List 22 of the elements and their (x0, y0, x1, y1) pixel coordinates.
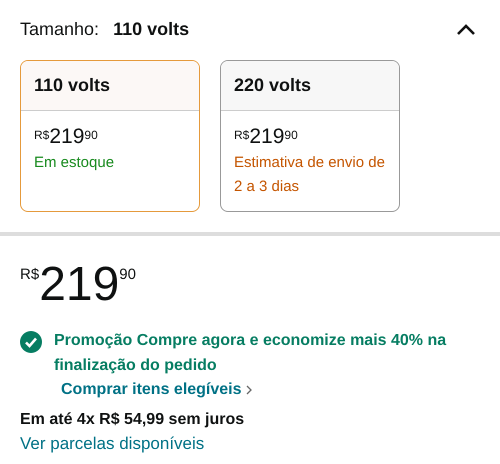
size-label: Tamanho: (20, 18, 100, 40)
chevron-right-icon (246, 385, 252, 395)
currency-symbol: R$ (234, 128, 250, 142)
installments-text: Em até 4x R$ 54,99 sem juros (19, 410, 246, 430)
price-whole: 219 (249, 125, 284, 149)
availability-text: Em estoque (34, 153, 116, 173)
installments-link[interactable]: Ver parcelas disponíveis (20, 432, 204, 456)
price-whole: 219 (49, 125, 84, 149)
chevron-icon[interactable] (456, 23, 476, 35)
option-name: 110 volts (34, 75, 110, 96)
availability-text: Estimativa de envio de 2 a 3 dias (234, 153, 386, 197)
option-name: 220 volts (234, 75, 312, 96)
promotion-text: Promoção Compre agora e economize mais 40% na finalização do pedido (54, 331, 448, 376)
check-icon (20, 331, 42, 353)
price-fraction: 90 (84, 128, 98, 142)
currency-symbol: R$ (34, 128, 50, 142)
currency-symbol: R$ (20, 266, 40, 283)
price-whole: 219 (39, 258, 120, 312)
eligible-items-link[interactable]: Comprar itens elegíveis (61, 378, 252, 402)
size-value: 110 volts (113, 18, 190, 40)
price-fraction: 90 (119, 266, 136, 283)
price-fraction: 90 (284, 128, 298, 142)
